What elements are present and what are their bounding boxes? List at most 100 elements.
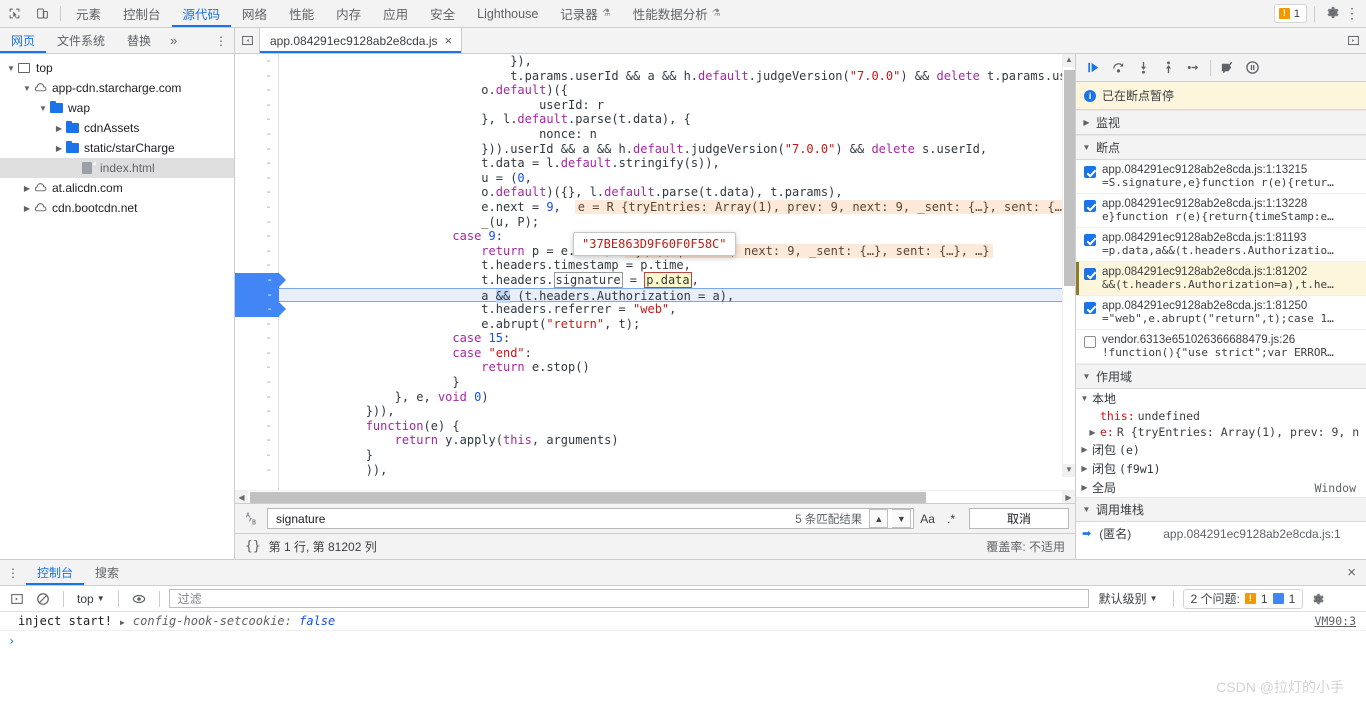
breakpoint-checkbox[interactable] [1084,234,1096,246]
main-tab-2[interactable]: 源代码 [171,0,232,27]
issues-chip[interactable]: 2 个问题: ! 1 1 [1182,588,1304,609]
scroll-up-icon[interactable]: ▲ [1063,54,1075,67]
code-line-15[interactable]: t.headers. signature = p.data, [279,271,1075,288]
tree-node-2[interactable]: ▼ wap [0,98,234,118]
gutter-line-11[interactable]: - [235,215,278,230]
gutter-line-8[interactable]: - [235,171,278,186]
console-settings-icon[interactable] [1307,589,1329,609]
code-line-9[interactable]: o.default)({}, l.default.parse(t.data), … [279,185,1075,200]
warning-count-chip[interactable]: ! 1 [1273,4,1307,23]
more-options-icon[interactable]: ⋮ [1344,5,1360,22]
chevron-right-icon[interactable]: ▶ [20,204,34,213]
tree-node-1[interactable]: ▼ app-cdn.starcharge.com [0,78,234,98]
scope-section-header[interactable]: ▼ 作用域 [1076,364,1366,389]
step-out-button[interactable] [1157,57,1180,79]
gutter-line-28[interactable]: - [235,463,278,478]
chevron-right-icon[interactable]: ▶ [1080,464,1089,473]
hovered-expression[interactable]: p.data [644,271,692,288]
nav-more-tabs-button[interactable]: » [162,28,185,53]
tree-node-0[interactable]: ▼ top [0,58,234,78]
close-icon[interactable]: × [1337,560,1366,585]
main-tab-6[interactable]: 应用 [372,0,419,27]
gutter-line-14[interactable]: - [235,258,278,273]
main-tab-7[interactable]: 安全 [419,0,466,27]
chevron-right-icon[interactable]: ▶ [1088,428,1097,437]
chevron-right-icon[interactable]: ▶ [52,124,66,133]
editor-gutter[interactable]: ----------------------------- [235,54,286,490]
gutter-line-2[interactable]: - [235,83,278,98]
gutter-line-13[interactable]: - [235,244,278,259]
code-line-11[interactable]: _(u, P); [279,215,1075,230]
code-line-28[interactable]: )), [279,463,1075,478]
breakpoint-item-5[interactable]: vendor.6313e651026366688479.js:26 !functi… [1076,330,1366,364]
chevron-down-icon[interactable]: ▼ [4,64,18,73]
editor-more-icon[interactable] [1340,28,1366,53]
gutter-line-19[interactable]: - [235,331,278,346]
console-filter-input[interactable] [175,590,1082,607]
scroll-left-icon[interactable]: ◀ [235,491,248,503]
drawer-tab-search[interactable]: 搜索 [84,560,130,585]
log-source-link[interactable]: VM90:3 [1314,614,1356,628]
pause-on-exceptions-button[interactable] [1241,57,1264,79]
show-navigator-icon[interactable] [235,28,259,53]
code-line-14[interactable]: t.headers.timestamp = p.time, [279,258,1075,273]
code-line-22[interactable]: } [279,375,1075,390]
code-line-17[interactable]: t.headers.referrer = "web", [279,302,1075,317]
gutter-line-1[interactable]: - [235,69,278,84]
gutter-line-4[interactable]: - [235,112,278,127]
gutter-line-6[interactable]: - [235,142,278,157]
gutter-line-3[interactable]: - [235,98,278,113]
breakpoint-item-3[interactable]: app.084291ec9128ab2e8cda.js:1:81202 &&(t.… [1076,262,1366,296]
code-line-19[interactable]: case 15: [279,331,1075,346]
cancel-button[interactable]: 取消 [969,508,1069,529]
code-line-20[interactable]: case "end": [279,346,1075,361]
gutter-line-26[interactable]: - [235,433,278,448]
main-tab-5[interactable]: 内存 [325,0,372,27]
callstack-frame-0[interactable]: ➡ (匿名) app.084291ec9128ab2e8cda.js:1 [1076,522,1366,545]
find-input[interactable] [274,510,792,527]
scope-row-4[interactable]: ▶ 闭包 (f9w1) [1076,459,1366,478]
breakpoint-checkbox[interactable] [1084,336,1096,348]
code-line-2[interactable]: o.default)({ [279,83,1075,98]
nav-tab-overrides[interactable]: 替换 [116,28,162,53]
code-line-0[interactable]: }), [279,54,1075,69]
scope-row-1[interactable]: this: undefined [1076,408,1366,424]
log-object[interactable]: config-hook-setcookie: false [133,614,335,628]
main-tab-0[interactable]: 元素 [65,0,112,27]
console-level-selector[interactable]: 默认级别 ▼ [1093,590,1164,607]
code-line-8[interactable]: u = (0, [279,171,1075,186]
tree-node-3[interactable]: ▶ cdnAssets [0,118,234,138]
console-sidebar-icon[interactable] [6,589,28,609]
breakpoint-item-1[interactable]: app.084291ec9128ab2e8cda.js:1:13228 e}fun… [1076,194,1366,228]
find-prev-button[interactable]: ▲ [869,509,889,528]
gutter-line-12[interactable]: - [235,229,278,244]
tree-node-7[interactable]: ▶ cdn.bootcdn.net [0,198,234,218]
code-line-26[interactable]: return y.apply(this, arguments) [279,433,1075,448]
breakpoint-marker[interactable]: - [235,272,286,288]
gutter-line-21[interactable]: - [235,360,278,375]
gutter-breakpoint-17[interactable]: - [235,302,286,317]
gutter-line-5[interactable]: - [235,127,278,142]
device-toolbar-icon[interactable] [28,0,56,27]
chevron-right-icon[interactable]: ▶ [1080,483,1089,492]
find-next-button[interactable]: ▼ [892,509,912,528]
gutter-breakpoint-16[interactable]: - [235,287,286,303]
code-line-18[interactable]: e.abrupt("return", t); [279,317,1075,332]
code-line-1[interactable]: t.params.userId && a && h.default.judgeV… [279,69,1075,84]
chevron-down-icon[interactable]: ▼ [20,84,34,93]
breakpoints-section-header[interactable]: ▼ 断点 [1076,135,1366,160]
code-line-7[interactable]: t.data = l.default.stringify(s)), [279,156,1075,171]
hscroll-thumb[interactable] [250,492,926,503]
main-tab-8[interactable]: Lighthouse [466,0,549,27]
main-tab-3[interactable]: 网络 [231,0,278,27]
chevron-down-icon[interactable]: ▼ [36,104,50,113]
settings-gear-icon[interactable] [1322,5,1342,23]
scroll-thumb[interactable] [1064,70,1075,286]
code-line-25[interactable]: function(e) { [279,419,1075,434]
chevron-right-icon[interactable]: ▶ [118,618,127,627]
nav-tab-page[interactable]: 网页 [0,28,47,53]
gutter-line-18[interactable]: - [235,317,278,332]
gutter-line-7[interactable]: - [235,156,278,171]
console-prompt-row[interactable]: › [0,631,1366,651]
code-line-21[interactable]: return e.stop() [279,360,1075,375]
